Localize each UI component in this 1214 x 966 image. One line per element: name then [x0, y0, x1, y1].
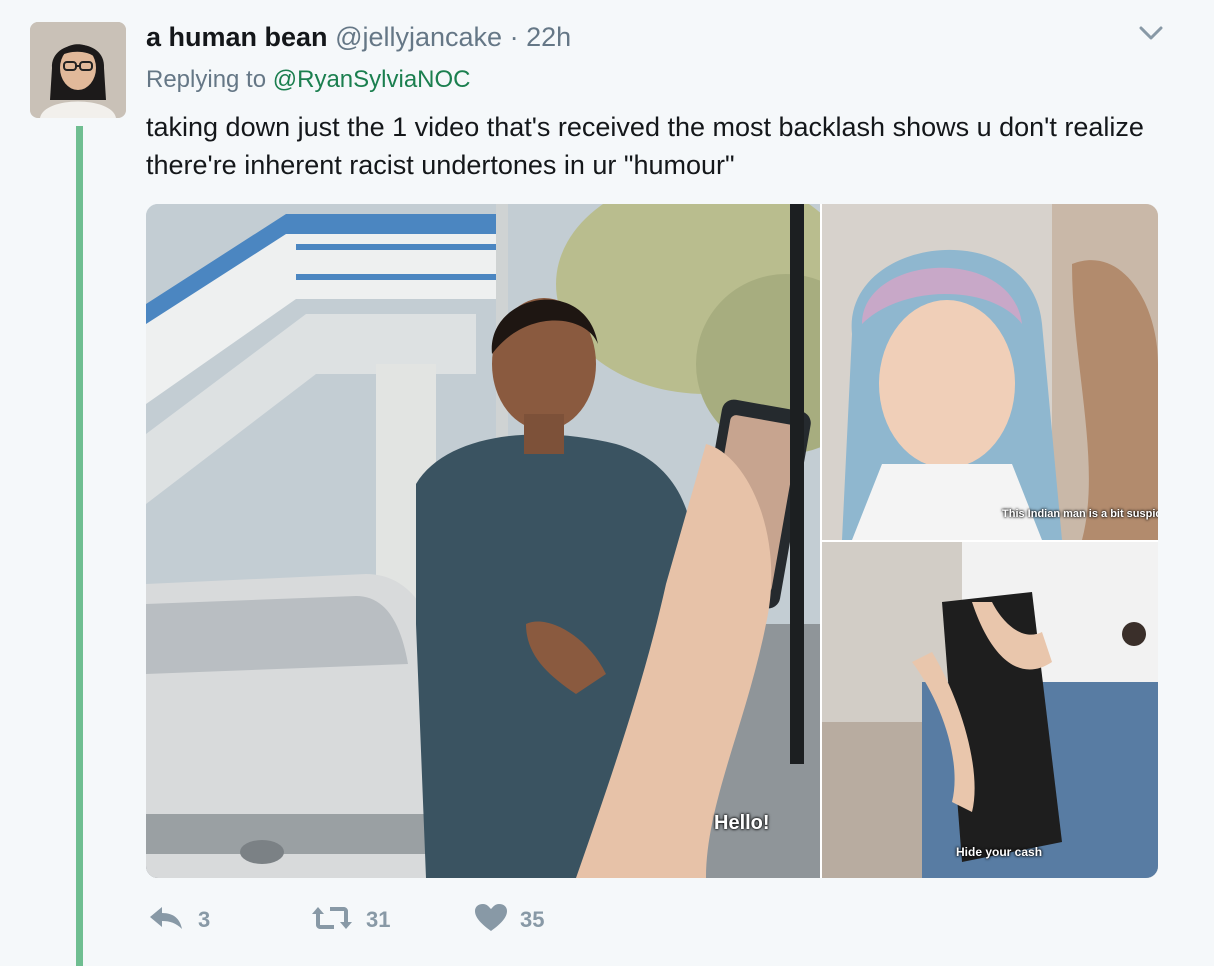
bottom-photo-caption: Hide your cash — [956, 845, 1043, 859]
reply-icon — [146, 903, 186, 938]
display-name[interactable]: a human bean — [146, 22, 328, 52]
retweet-count: 31 — [366, 907, 391, 932]
media-grid: Hello! This Indian man is a bit suspici … — [146, 204, 1158, 878]
heart-icon — [474, 903, 508, 938]
reply-count: 3 — [198, 907, 211, 932]
tweet-timestamp[interactable]: 22h — [526, 22, 571, 52]
replying-to-link[interactable]: @RyanSylviaNOC — [273, 66, 471, 93]
media-photo-bottom-right[interactable]: Hide your cash — [822, 542, 1158, 878]
retweet-icon — [310, 903, 354, 938]
like-button[interactable]: 35 — [474, 898, 544, 942]
top-photo-scene — [822, 204, 1158, 540]
avatar-photo — [30, 22, 126, 118]
tweet-text: taking down just the 1 video that's rece… — [146, 112, 1144, 180]
chevron-down-icon[interactable] — [1136, 22, 1166, 44]
avatar[interactable] — [30, 22, 126, 118]
reply-button[interactable]: 3 — [146, 898, 210, 942]
tweet-header: a human bean @jellyjancake · 22h — [146, 20, 571, 54]
main-photo-scene — [146, 204, 820, 878]
thread-connector-line — [76, 126, 83, 966]
media-photo-top-right[interactable]: This Indian man is a bit suspici — [822, 204, 1158, 540]
replying-to-line: Replying to @RyanSylviaNOC — [146, 64, 471, 96]
main-photo-caption: Hello! — [714, 812, 770, 834]
like-count: 35 — [520, 907, 545, 932]
replying-to-prefix: Replying to — [146, 66, 267, 93]
tweet-action-bar: 3 31 35 — [146, 898, 746, 942]
user-handle[interactable]: @jellyjancake — [335, 22, 502, 52]
bottom-photo-scene — [822, 542, 1158, 878]
top-photo-caption: This Indian man is a bit suspici — [1002, 508, 1158, 520]
retweet-button[interactable]: 31 — [310, 898, 390, 942]
media-photo-main[interactable]: Hello! — [146, 204, 820, 878]
header-separator: · — [509, 22, 519, 52]
